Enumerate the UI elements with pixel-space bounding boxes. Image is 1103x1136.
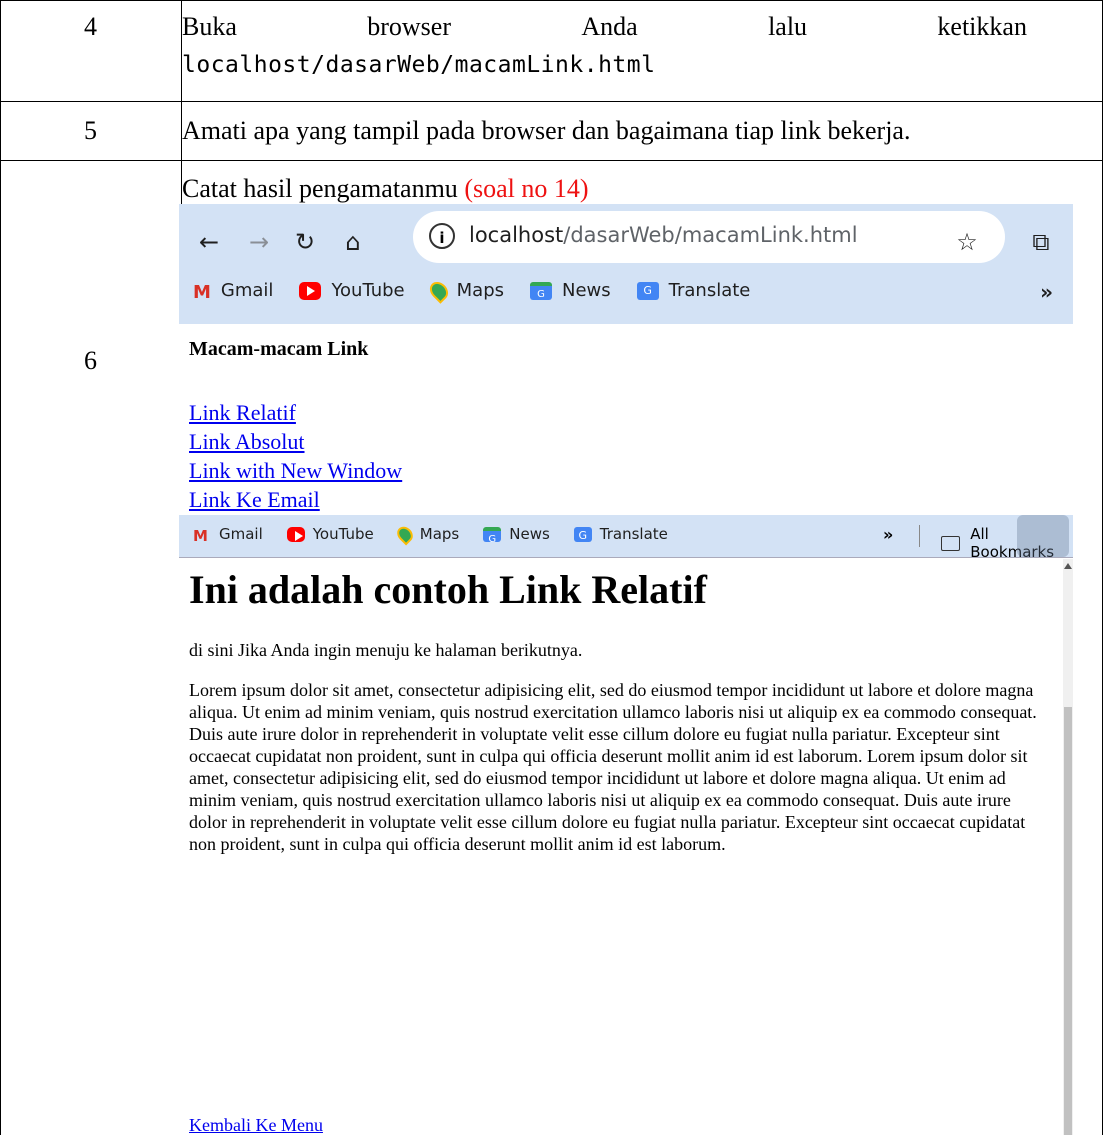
word: ketikkan	[937, 12, 1027, 41]
back-to-menu-link[interactable]: Kembali Ke Menu	[189, 1115, 323, 1136]
browser-screenshot-relative-page: M Gmail YouTube Maps G News G Translate » A…	[179, 515, 1073, 1135]
lorem-paragraph: Lorem ipsum dolor sit amet, consectetur …	[189, 680, 1037, 854]
bookmark-label: Gmail	[220, 280, 274, 301]
word: Buka	[182, 12, 237, 41]
browser-screenshot-menu: ← → ↻ ⌂ i localhost/dasarWeb/macamLink.h…	[179, 204, 1073, 515]
more-bookmarks-icon[interactable]: »	[1040, 280, 1053, 304]
row-number: 6	[84, 346, 97, 375]
bookmark-label: Translate	[668, 280, 751, 301]
link-email[interactable]: Link Ke Email	[189, 485, 402, 514]
bookmark-label: News	[509, 525, 550, 543]
row-6-question-ref: (soal no 14)	[464, 174, 589, 203]
row-number: 5	[84, 116, 97, 145]
row-4-text-line1: Buka browser Anda lalu ketikkan	[182, 12, 1027, 42]
bookmark-youtube[interactable]: YouTube	[299, 280, 405, 301]
bookmark-label: News	[562, 280, 611, 301]
scrollbar-thumb[interactable]	[1064, 707, 1072, 1135]
url-path: /dasarWeb/macamLink.html	[563, 223, 858, 247]
gmail-icon: M	[193, 526, 208, 545]
row-6-text: Catat hasil pengamatanmu (soal no 14)	[182, 174, 589, 204]
row-number: 4	[84, 12, 97, 41]
bookmark-gmail[interactable]: M Gmail	[193, 525, 263, 545]
word: lalu	[768, 12, 808, 41]
table-border-left	[0, 0, 1, 1135]
link-new-window[interactable]: Link with New Window	[189, 456, 402, 485]
bookmark-label: Maps	[456, 280, 505, 301]
bookmark-items: M Gmail YouTube Maps G News G Translate	[193, 523, 692, 545]
intro-paragraph: di sini Jika Anda ingin menuju ke halama…	[189, 640, 583, 660]
bookmark-label: Maps	[419, 525, 460, 543]
bookmark-label: YouTube	[331, 280, 405, 301]
bookmark-news[interactable]: G News	[530, 280, 611, 301]
translate-icon: G	[636, 281, 659, 300]
extensions-icon[interactable]: ⧉	[1025, 216, 1057, 268]
table-row-divider	[0, 160, 1103, 161]
back-arrow-icon[interactable]: ←	[193, 216, 225, 268]
home-icon[interactable]: ⌂	[337, 216, 369, 268]
address-url: localhost/dasarWeb/macamLink.html	[469, 223, 858, 247]
bookmark-label: YouTube	[312, 525, 374, 543]
reload-icon[interactable]: ↻	[289, 216, 321, 268]
link-relatif[interactable]: Link Relatif	[189, 398, 402, 427]
bookmark-star-icon[interactable]: ☆	[951, 216, 983, 268]
scrollbar[interactable]	[1063, 559, 1073, 1135]
more-bookmarks-icon[interactable]: »	[883, 525, 893, 544]
bookmark-gmail[interactable]: M Gmail	[193, 280, 274, 303]
link-absolut[interactable]: Link Absolut	[189, 427, 402, 456]
page-heading: Ini adalah contoh Link Relatif	[189, 567, 707, 612]
gmail-icon: M	[193, 281, 211, 303]
translate-icon: G	[573, 526, 592, 542]
forward-arrow-icon[interactable]: →	[243, 216, 275, 268]
bookmarks-bar: M Gmail YouTube Maps G News G Translate	[193, 277, 776, 304]
page-content: Ini adalah contoh Link Relatif di sini J…	[189, 563, 1049, 855]
browser-toolbar: ← → ↻ ⌂ i localhost/dasarWeb/macamLink.h…	[179, 204, 1073, 324]
address-bar[interactable]: i localhost/dasarWeb/macamLink.html	[413, 211, 1005, 263]
bookmark-label: Gmail	[219, 525, 263, 543]
bookmarks-bar: M Gmail YouTube Maps G News G Translate » A…	[179, 515, 1073, 561]
row-6-instruction: Catat hasil pengamatanmu	[182, 174, 465, 203]
bookmark-news[interactable]: G News	[483, 525, 550, 545]
word: Anda	[581, 12, 638, 41]
folder-icon	[941, 535, 961, 551]
bookmark-youtube[interactable]: YouTube	[286, 525, 374, 543]
row-4-url-text: localhost/dasarWeb/macamLink.html	[182, 52, 656, 78]
scroll-up-icon[interactable]	[1064, 563, 1072, 569]
bookmark-label: Translate	[599, 525, 668, 543]
bookmark-translate[interactable]: G Translate	[636, 280, 751, 301]
bookmark-maps[interactable]: Maps	[425, 277, 505, 304]
youtube-icon	[299, 281, 322, 300]
link-list: Link Relatif Link Absolut Link with New …	[189, 398, 402, 514]
news-icon: G	[483, 526, 502, 545]
youtube-icon	[286, 526, 305, 542]
bookmark-translate[interactable]: G Translate	[573, 525, 668, 543]
news-icon: G	[530, 281, 553, 300]
maps-icon	[393, 523, 416, 545]
overlay-button[interactable]	[1017, 515, 1069, 557]
maps-icon	[425, 277, 452, 304]
page-content: Macam-macam Link	[189, 338, 368, 361]
site-info-icon[interactable]: i	[429, 223, 455, 249]
word: browser	[367, 12, 452, 41]
page-heading: Macam-macam Link	[189, 338, 369, 360]
bookmark-maps[interactable]: Maps	[393, 523, 460, 545]
row-5-text: Amati apa yang tampil pada browser dan b…	[182, 116, 911, 145]
url-host: localhost	[469, 223, 564, 247]
table-row-divider	[0, 101, 1103, 102]
bookmarks-separator	[919, 525, 920, 547]
table-border-top	[0, 0, 1103, 1]
